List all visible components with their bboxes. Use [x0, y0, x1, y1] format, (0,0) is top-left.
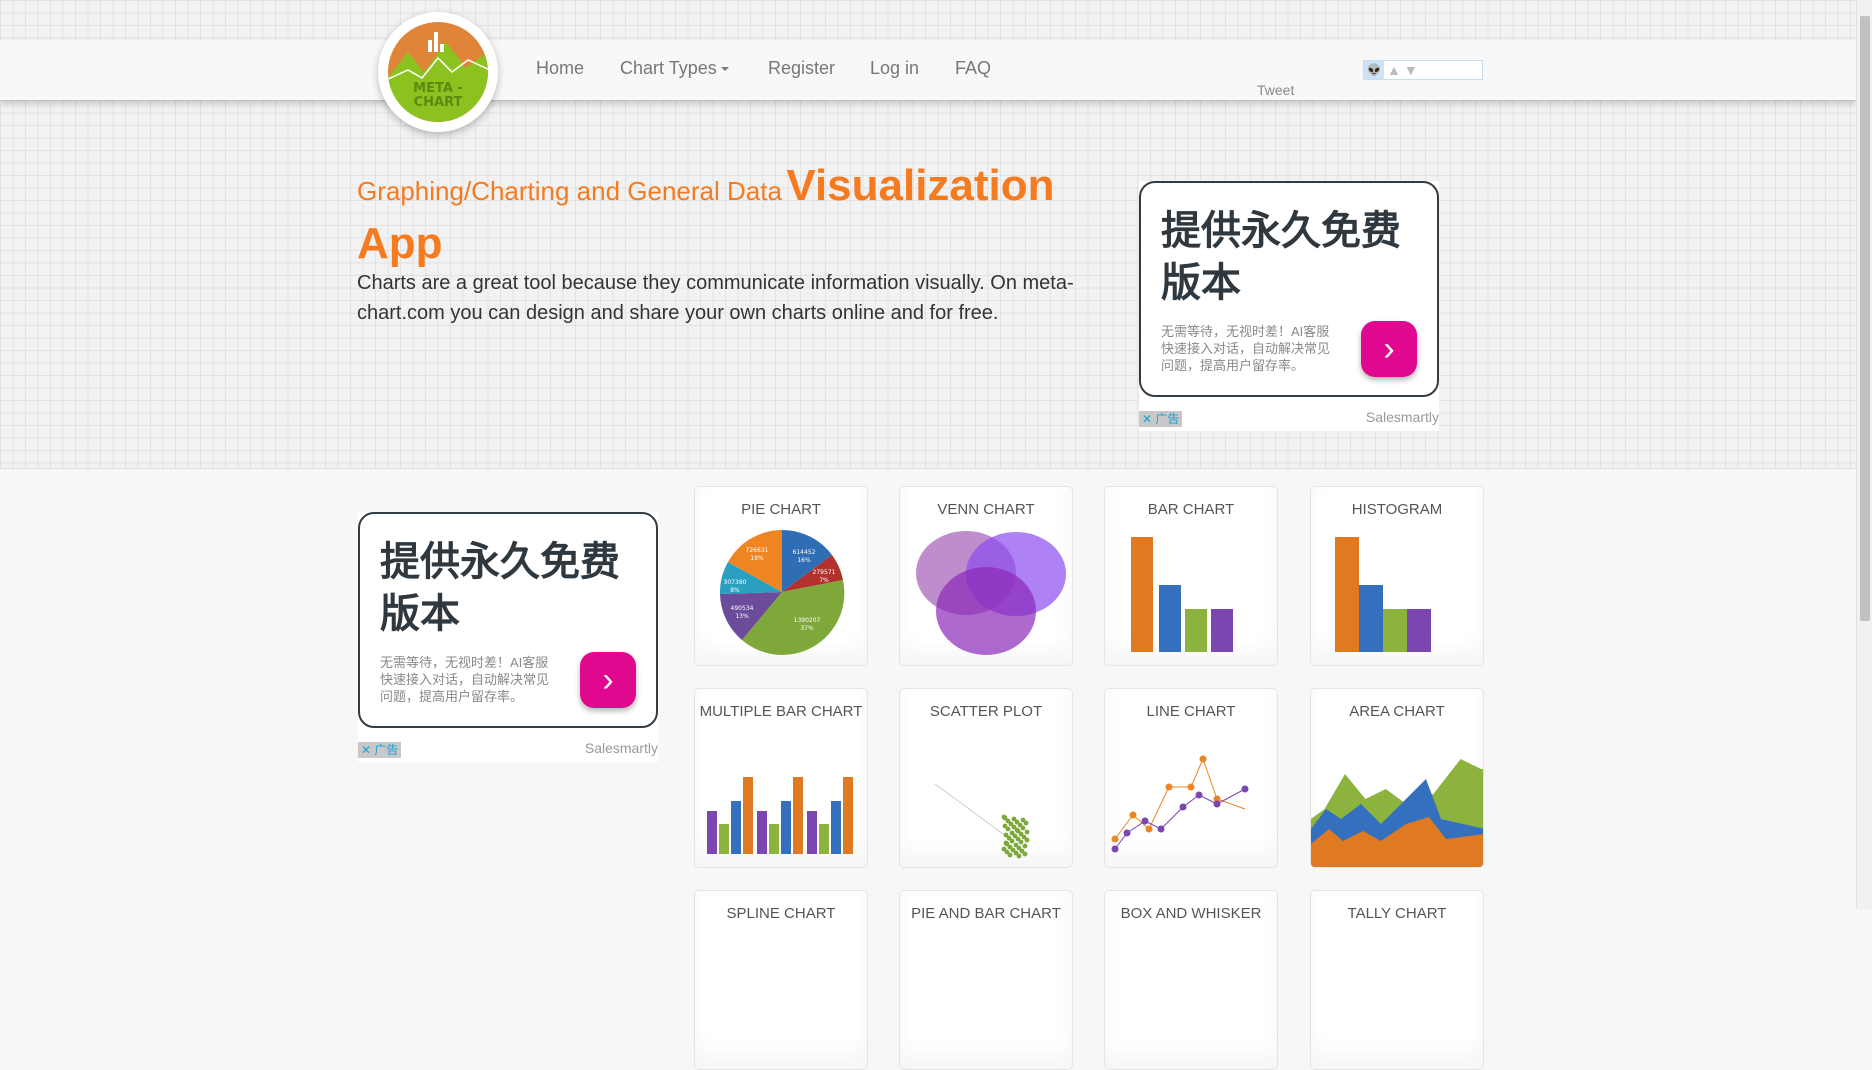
downvote-icon[interactable]: ▼ — [1404, 62, 1418, 78]
svg-text:META -: META - — [413, 81, 463, 96]
chart-type-card-multiple-bar-chart[interactable]: MULTIPLE BAR CHART — [694, 688, 868, 868]
title-big-2: App — [357, 219, 443, 268]
scrollbar-thumb[interactable] — [1860, 16, 1870, 621]
line-chart-thumbnail-icon — [1111, 755, 1249, 853]
nav-chart-types[interactable]: Chart Types — [620, 58, 729, 79]
svg-text:37%: 37% — [800, 625, 814, 632]
page-title: Graphing/Charting and General Data Visua… — [357, 162, 1127, 278]
ad-close-label[interactable]: ✕ 广告 — [358, 742, 402, 758]
venn-chart-thumbnail-icon — [916, 531, 1066, 655]
nav-home[interactable]: Home — [536, 58, 584, 79]
chart-type-card-box-and-whisker[interactable]: BOX AND WHISKER — [1104, 890, 1278, 1070]
ad-brand[interactable]: Salesmartly — [1366, 409, 1439, 425]
svg-text:8%: 8% — [730, 587, 740, 594]
area-chart-thumbnail-icon — [1311, 759, 1483, 867]
ad-card[interactable]: 提供永久免费版本 无需等待，无视时差！AI客服快速接入对话，自动解决常见问题，提… — [1139, 181, 1439, 397]
svg-text:307380: 307380 — [724, 579, 747, 586]
ad-description: 无需等待，无视时差！AI客服快速接入对话，自动解决常见问题，提高用户留存率。 — [380, 655, 550, 704]
chart-type-title: AREA CHART — [1349, 703, 1445, 720]
pie-label: 614452 — [793, 549, 816, 556]
chart-type-card-scatter-plot[interactable]: SCATTER PLOT — [899, 688, 1073, 868]
svg-text:1390207: 1390207 — [794, 617, 821, 624]
histogram-chart-thumbnail-icon — [1335, 537, 1431, 652]
pie-chart-thumbnail-icon: 61445216%2795717% 139020737% 49053413% 3073… — [719, 529, 845, 655]
chart-type-card-pie-and-bar-chart[interactable]: PIE AND BAR CHART — [899, 890, 1073, 1070]
ad-headline: 提供永久免费版本 — [1161, 209, 1401, 305]
chart-type-card-pie-chart[interactable]: PIE CHART 614452 16% 279571 7% 1390207 37% 490… — [694, 486, 868, 666]
nav-register[interactable]: Register — [768, 58, 835, 79]
ad-card[interactable]: 提供永久免费版本 无需等待，无视时差！AI客服快速接入对话，自动解决常见问题，提… — [358, 512, 658, 728]
chart-type-title: HISTOGRAM — [1351, 501, 1443, 518]
chart-type-title: SCATTER PLOT — [929, 703, 1043, 720]
ad-banner-top[interactable]: 提供永久免费版本 无需等待，无视时差！AI客服快速接入对话，自动解决常见问题，提… — [1139, 181, 1439, 431]
chart-type-title: BOX AND WHISKER — [1120, 905, 1262, 922]
title-big: Visualization — [786, 161, 1055, 210]
bar-chart-thumbnail-icon — [1131, 537, 1233, 652]
meta-chart-logo[interactable]: META - CHART — [378, 12, 498, 132]
svg-text:7%: 7% — [819, 577, 829, 584]
nav-login[interactable]: Log in — [870, 58, 919, 79]
ad-arrow-button[interactable]: › — [580, 652, 636, 708]
nav-chart-types-label: Chart Types — [620, 58, 717, 78]
svg-text:CHART: CHART — [414, 95, 463, 110]
multibar-chart-thumbnail-icon — [707, 777, 853, 854]
chart-type-card-venn-chart[interactable]: VENN CHART — [899, 486, 1073, 666]
svg-text:16%: 16% — [797, 557, 811, 564]
ad-close-label[interactable]: ✕ 广告 — [1139, 411, 1183, 427]
ad-banner-side[interactable]: 提供永久免费版本 无需等待，无视时差！AI客服快速接入对话，自动解决常见问题，提… — [358, 512, 658, 762]
svg-text:490534: 490534 — [731, 605, 754, 612]
chart-type-title: MULTIPLE BAR CHART — [699, 703, 863, 720]
chart-type-title: SPLINE CHART — [726, 905, 836, 922]
chart-type-card-histogram[interactable]: HISTOGRAM — [1310, 486, 1484, 666]
title-small: Graphing/Charting and General Data — [357, 176, 782, 206]
scatter-chart-thumbnail-icon — [934, 783, 1030, 859]
chart-type-title: TALLY CHART — [1347, 905, 1447, 922]
logo-icon: META - CHART — [388, 22, 488, 122]
scrollbar[interactable] — [1856, 0, 1872, 909]
chart-type-card-area-chart[interactable]: AREA CHART — [1310, 688, 1484, 868]
navbar — [0, 40, 1856, 100]
ad-headline: 提供永久免费版本 — [380, 540, 620, 636]
chart-type-card-tally-chart[interactable]: TALLY CHART — [1310, 890, 1484, 1070]
ad-arrow-button[interactable]: › — [1361, 321, 1417, 377]
caret-down-icon — [720, 67, 729, 72]
reddit-alien-icon[interactable]: 👽 — [1364, 61, 1384, 79]
svg-text:726631: 726631 — [746, 547, 769, 554]
chart-type-title: PIE AND BAR CHART — [911, 905, 1061, 922]
chart-type-card-spline-chart[interactable]: SPLINE CHART — [694, 890, 868, 1070]
svg-text:279571: 279571 — [813, 569, 836, 576]
chart-type-title: BAR CHART — [1147, 501, 1235, 518]
chart-type-card-bar-chart[interactable]: BAR CHART — [1104, 486, 1278, 666]
ad-brand[interactable]: Salesmartly — [585, 740, 658, 756]
svg-text:13%: 13% — [735, 613, 749, 620]
chart-type-title: LINE CHART — [1146, 703, 1236, 720]
svg-text:19%: 19% — [750, 555, 764, 562]
tweet-link[interactable]: Tweet — [1257, 82, 1294, 98]
chart-type-title: PIE CHART — [741, 501, 821, 518]
ad-description: 无需等待，无视时差！AI客服快速接入对话，自动解决常见问题，提高用户留存率。 — [1161, 324, 1331, 373]
chart-type-card-line-chart[interactable]: LINE CHART — [1104, 688, 1278, 868]
chart-type-title: VENN CHART — [937, 501, 1035, 518]
upvote-icon[interactable]: ▲ — [1387, 62, 1401, 78]
nav-faq[interactable]: FAQ — [955, 58, 991, 79]
reddit-vote-widget[interactable]: 👽 ▲ ▼ — [1363, 60, 1483, 80]
intro-paragraph: Charts are a great tool because they com… — [357, 272, 1074, 324]
